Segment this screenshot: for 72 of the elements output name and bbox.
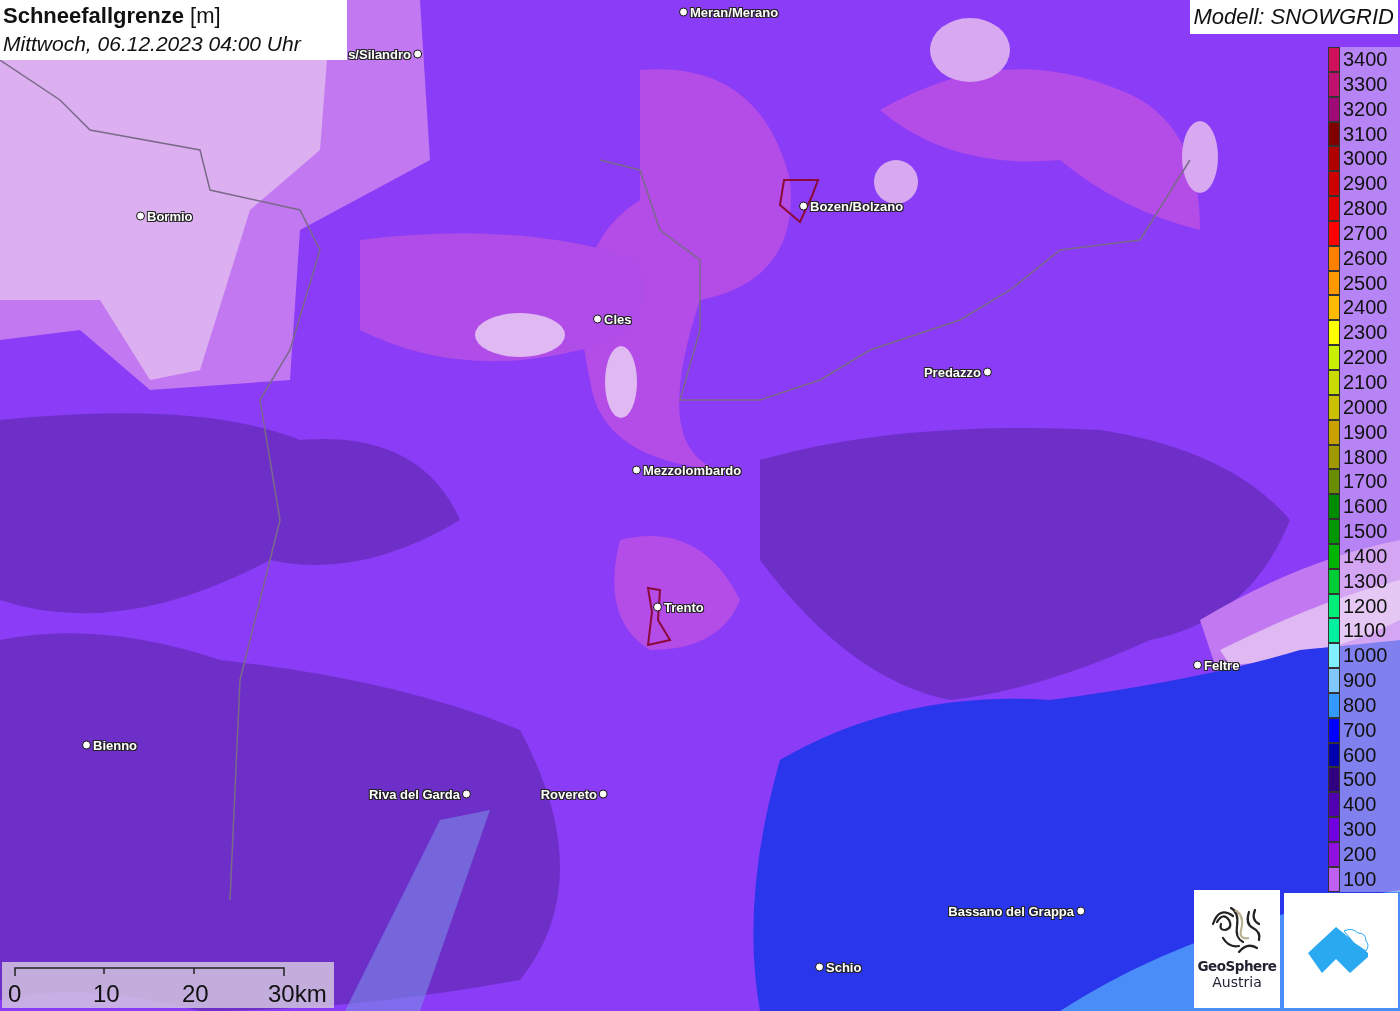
legend-label: 100	[1342, 866, 1377, 892]
city-label: Schio	[826, 959, 862, 975]
legend-label: 200	[1342, 842, 1377, 867]
scale-label: 30km	[268, 980, 327, 1008]
legend-label: 1300	[1342, 568, 1388, 594]
city-marker-icon	[599, 789, 608, 799]
scale-label: 10	[93, 980, 120, 1008]
model-label: Modell: SNOWGRID	[1189, 0, 1398, 34]
city-marker-icon	[136, 211, 145, 221]
scale-label: 20	[182, 980, 209, 1008]
city-label: Cles	[604, 311, 632, 327]
city-label: Predazzo	[923, 364, 981, 380]
legend-label: 2600	[1342, 245, 1388, 271]
legend-label: 600	[1342, 742, 1377, 768]
city-label: Bienno	[93, 737, 138, 753]
legend-label: 2000	[1342, 394, 1388, 420]
city-marker-icon	[1076, 906, 1085, 916]
city-label: s/Silandro	[348, 46, 411, 62]
forecast-time: Mittwoch, 06.12.2023 04:00 Uhr	[3, 31, 303, 57]
legend-label: 1600	[1342, 494, 1388, 520]
city-marker-icon	[632, 465, 641, 475]
legend-label: 700	[1342, 717, 1377, 743]
legend-label: 800	[1342, 692, 1377, 718]
legend-label: 300	[1342, 817, 1377, 842]
legend-label: 1500	[1342, 519, 1388, 544]
legend-label: 3400	[1342, 47, 1388, 72]
city-marker-icon	[1193, 660, 1202, 670]
legend-label: 2700	[1342, 220, 1388, 246]
legend-label: 3300	[1342, 71, 1388, 97]
city-marker-icon	[82, 740, 91, 750]
logo-subtext: Austria	[1212, 974, 1262, 990]
city-label: Bozen/Bolzano	[810, 198, 904, 214]
legend-label: 1000	[1342, 643, 1388, 669]
city-label: Feltre	[1204, 657, 1240, 673]
legend-label: 900	[1342, 668, 1377, 693]
city-marker-icon	[413, 49, 422, 59]
scale-bar-icon	[14, 967, 286, 977]
legend-label: 3200	[1342, 96, 1388, 122]
legend-label: 1400	[1342, 543, 1388, 569]
city-label: Bormio	[147, 208, 193, 224]
scale-label: 0	[8, 980, 22, 1008]
city-marker-icon	[983, 367, 992, 377]
city-marker-icon	[799, 201, 808, 211]
legend-label: 1700	[1342, 469, 1388, 495]
logo-text: GeoSphere	[1197, 958, 1277, 974]
legend-label: 2800	[1342, 196, 1388, 221]
legend-label: 500	[1342, 767, 1377, 793]
legend-label: 2200	[1342, 345, 1388, 370]
city-label: Riva del Garda	[368, 786, 460, 802]
city-marker-icon	[815, 962, 824, 972]
city-label: Trento	[664, 599, 704, 615]
city-marker-icon	[593, 314, 602, 324]
legend-label: 2900	[1342, 171, 1388, 197]
city-marker-icon	[653, 602, 662, 612]
city-label: Rovereto	[540, 786, 597, 802]
legend-label: 2300	[1342, 320, 1388, 346]
legend-label: 400	[1342, 792, 1377, 818]
legend-label: 2500	[1342, 270, 1388, 296]
legend-label: 3000	[1342, 146, 1388, 172]
legend-label: 1800	[1342, 444, 1388, 470]
city-marker-icon	[462, 789, 471, 799]
legend-label: 2100	[1342, 369, 1388, 395]
legend-label: 1900	[1342, 419, 1388, 445]
city-label: Bassano del Grappa	[948, 903, 1074, 919]
city-marker-icon	[679, 7, 688, 17]
legend-label: 2400	[1342, 295, 1388, 321]
legend-label: 1200	[1342, 593, 1388, 619]
map-title: Schneefallgrenze [m]	[3, 2, 222, 30]
legend-label: 3100	[1342, 121, 1388, 147]
city-label: Meran/Merano	[690, 4, 779, 20]
city-label: Mezzolombardo	[643, 462, 742, 478]
legend-label: 1100	[1342, 618, 1386, 644]
